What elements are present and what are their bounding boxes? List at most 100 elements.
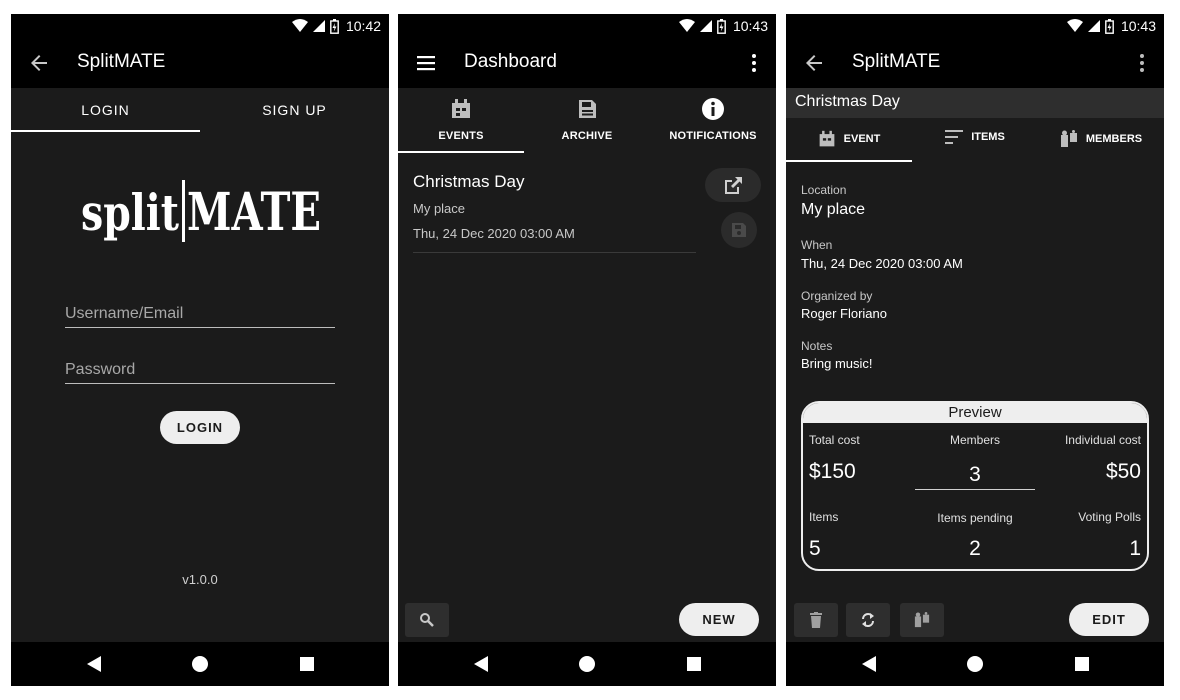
items-pending-value: 2 xyxy=(969,537,981,560)
save-button[interactable] xyxy=(721,212,757,248)
menu-icon[interactable] xyxy=(414,51,438,75)
voting-polls-value: 1 xyxy=(1129,537,1141,560)
app-title: Dashboard xyxy=(464,51,557,72)
info-icon xyxy=(702,98,724,120)
wifi-icon xyxy=(678,19,695,32)
tab-members-label: MEMBERS xyxy=(1085,133,1143,145)
battery-icon xyxy=(1105,18,1114,34)
refresh-button[interactable] xyxy=(846,603,890,637)
items-value: 5 xyxy=(809,537,821,560)
status-bar: 10:42 xyxy=(11,14,389,38)
share-button[interactable] xyxy=(705,168,761,202)
delete-button[interactable] xyxy=(794,603,838,637)
wifi-icon xyxy=(1066,19,1083,32)
notes-label: Notes xyxy=(801,339,833,353)
location-label: Location xyxy=(801,183,847,197)
new-button[interactable]: NEW xyxy=(679,603,759,636)
event-header-title: Christmas Day xyxy=(795,93,900,110)
more-vert-icon[interactable] xyxy=(1130,51,1154,75)
tab-events-label: EVENTS xyxy=(438,130,484,142)
dashboard-tabs: EVENTS ARCHIVE NOTIFICATIONS xyxy=(398,88,776,154)
nav-back-icon[interactable] xyxy=(87,656,101,672)
more-vert-icon[interactable] xyxy=(742,51,766,75)
members-button[interactable] xyxy=(900,603,944,637)
tab-items[interactable]: ITEMS xyxy=(912,118,1038,162)
total-cost-label: Total cost xyxy=(809,433,860,447)
nav-back-icon[interactable] xyxy=(474,656,488,672)
tab-sign-up[interactable]: SIGN UP xyxy=(200,88,389,132)
password-field[interactable]: Password xyxy=(65,356,335,384)
password-placeholder: Password xyxy=(65,361,136,378)
nav-back-icon[interactable] xyxy=(862,656,876,672)
status-time: 10:43 xyxy=(732,18,768,34)
search-icon xyxy=(420,613,434,627)
logo-graphic: split MATE xyxy=(81,180,321,243)
when-value: Thu, 24 Dec 2020 03:00 AM xyxy=(801,256,963,271)
username-field[interactable]: Username/Email xyxy=(65,300,335,328)
logo-text-right: MATE xyxy=(187,182,321,243)
status-bar: 10:43 xyxy=(398,14,776,38)
signal-icon xyxy=(312,20,325,32)
share-edit-icon xyxy=(725,177,742,194)
tab-archive[interactable]: ARCHIVE xyxy=(524,88,650,154)
tab-notifications-label: NOTIFICATIONS xyxy=(669,130,757,142)
preview-card: Preview Total cost $150 Members 3 Indivi… xyxy=(801,401,1149,571)
trash-icon xyxy=(810,612,822,628)
members-label: Members xyxy=(949,433,1000,447)
list-icon xyxy=(945,130,964,144)
tab-login[interactable]: LOGIN xyxy=(11,88,200,132)
signal-icon xyxy=(699,20,712,32)
tab-archive-label: ARCHIVE xyxy=(561,130,613,142)
organized-by-value: Roger Floriano xyxy=(801,306,887,321)
nav-recent-icon[interactable] xyxy=(1075,657,1089,671)
notes-value: Bring music! xyxy=(801,356,873,371)
members-underline xyxy=(915,489,1035,490)
username-placeholder: Username/Email xyxy=(65,305,184,322)
back-arrow-icon[interactable] xyxy=(802,51,826,75)
nav-recent-icon[interactable] xyxy=(300,657,314,671)
edit-button[interactable]: EDIT xyxy=(1069,603,1149,636)
preview-title: Preview xyxy=(803,403,1147,423)
app-title: SplitMATE xyxy=(77,51,166,72)
login-button[interactable]: LOGIN xyxy=(160,411,240,444)
back-arrow-icon[interactable] xyxy=(27,51,51,75)
login-tabs: LOGIN SIGN UP xyxy=(11,88,389,132)
search-button[interactable] xyxy=(405,603,449,637)
event-header: Christmas Day xyxy=(786,88,1164,118)
calendar-icon xyxy=(819,130,835,147)
battery-icon xyxy=(717,18,726,34)
tab-events[interactable]: EVENTS xyxy=(398,88,524,154)
members-value[interactable]: 3 xyxy=(915,463,1035,487)
items-pending-label: Items pending xyxy=(937,511,1013,525)
status-time: 10:42 xyxy=(345,18,381,34)
tab-notifications[interactable]: NOTIFICATIONS xyxy=(650,88,776,154)
wifi-icon xyxy=(291,19,308,32)
archive-save-icon xyxy=(579,100,596,118)
app-title: SplitMATE xyxy=(852,51,941,72)
divider xyxy=(413,252,696,253)
event-detail-screen: 10:43 SplitMATE Christmas Day EVENT ITEM… xyxy=(786,14,1164,686)
status-bar: 10:43 xyxy=(786,14,1164,38)
items-label: Items xyxy=(809,510,839,524)
nav-home-icon[interactable] xyxy=(966,655,984,673)
tab-event[interactable]: EVENT xyxy=(786,118,912,162)
status-time: 10:43 xyxy=(1120,18,1156,34)
organized-by-label: Organized by xyxy=(801,289,873,303)
members-icon xyxy=(914,612,930,628)
app-bar: SplitMATE xyxy=(786,38,1164,88)
system-nav-bar xyxy=(398,642,776,686)
nav-home-icon[interactable] xyxy=(578,655,596,673)
tab-members[interactable]: MEMBERS xyxy=(1038,118,1164,162)
nav-recent-icon[interactable] xyxy=(687,657,701,671)
logo-text-left: split xyxy=(81,183,179,242)
when-label: When xyxy=(801,238,833,252)
total-cost-value: $150 xyxy=(809,460,856,483)
individual-cost-value: $50 xyxy=(1105,460,1141,483)
individual-cost-label: Individual cost xyxy=(1064,433,1141,447)
tab-indicator xyxy=(786,160,912,162)
nav-home-icon[interactable] xyxy=(191,655,209,673)
battery-icon xyxy=(330,18,339,34)
tab-indicator xyxy=(398,151,524,153)
app-bar: Dashboard xyxy=(398,38,776,88)
signal-icon xyxy=(1087,20,1100,32)
